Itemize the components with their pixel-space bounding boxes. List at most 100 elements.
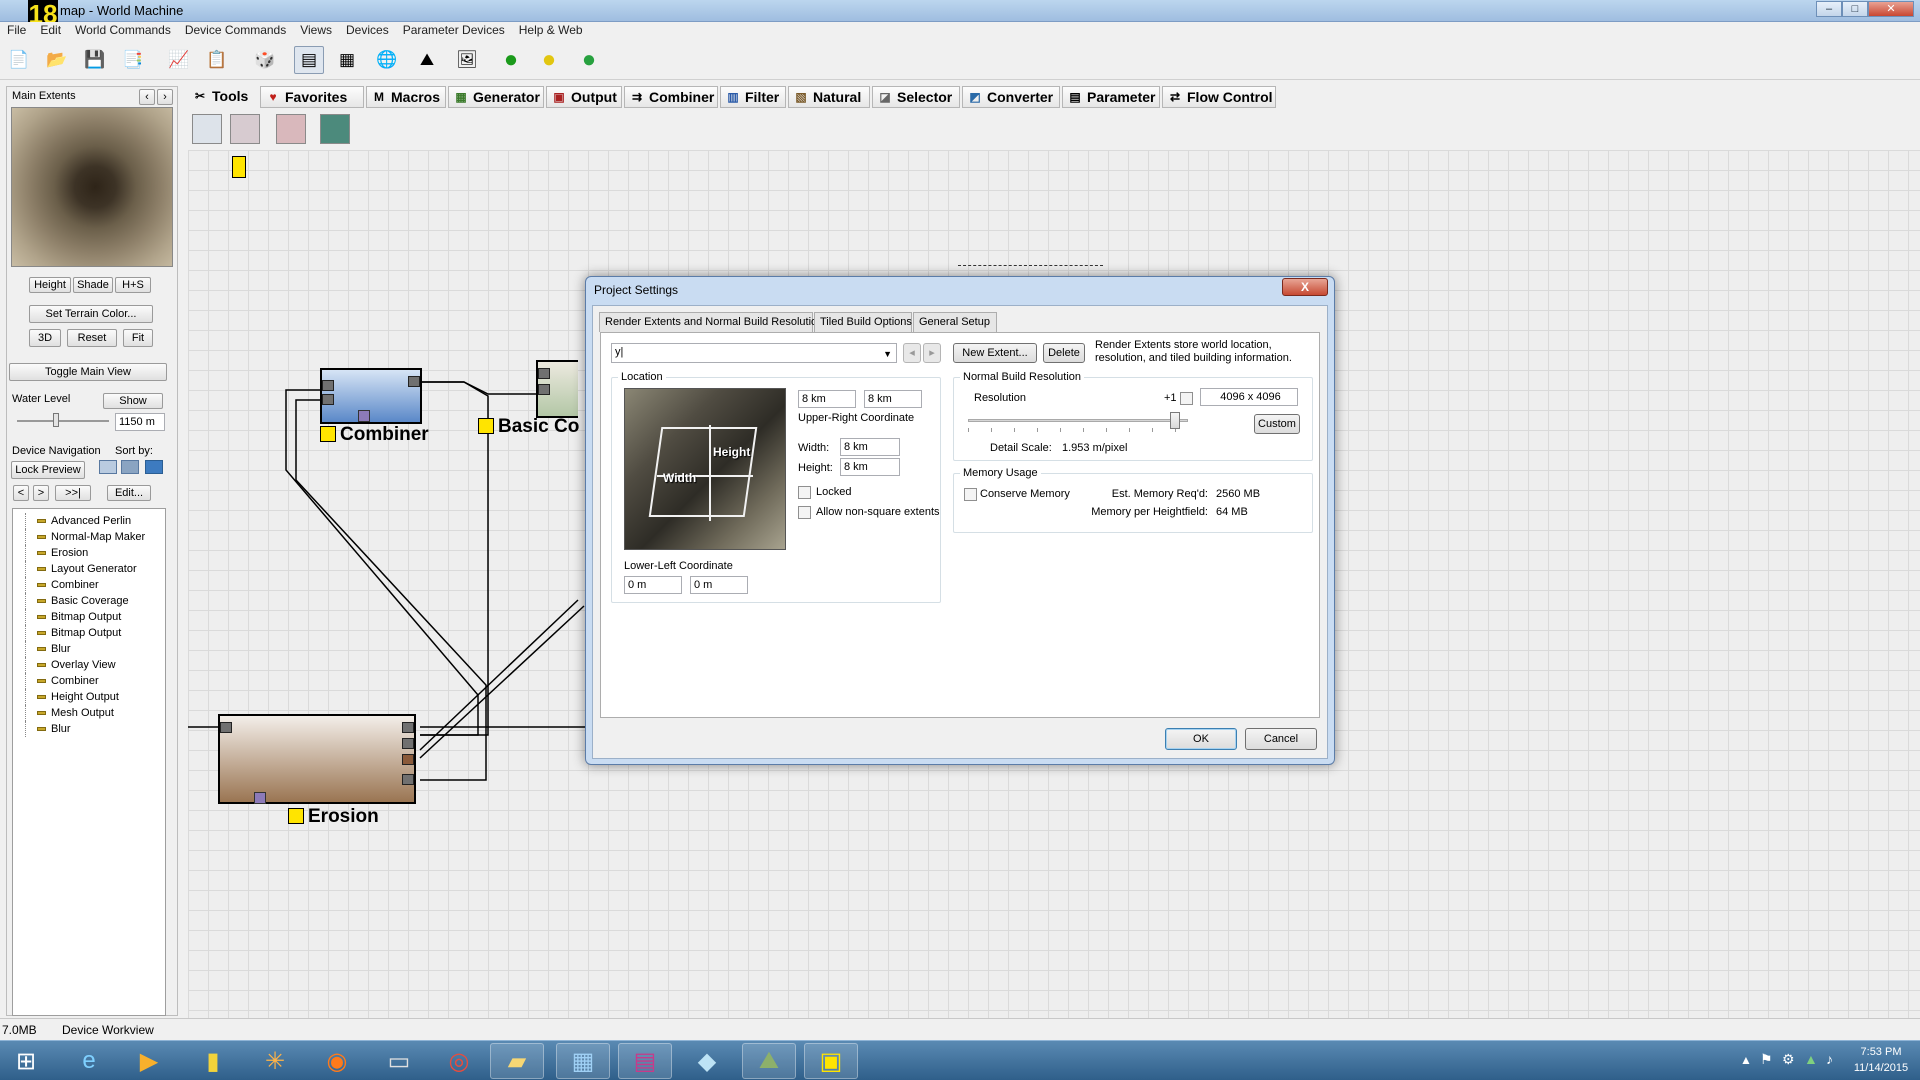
lock-preview-button[interactable]: Lock Preview [11,461,85,479]
terrain-chart-icon[interactable]: 📈 [164,46,194,74]
show-hidden-icons-icon[interactable]: ▲ [1740,1053,1752,1067]
device-view-icon[interactable]: ▤ [294,46,324,74]
output-port[interactable] [402,738,414,749]
maximize-button[interactable]: □ [1842,1,1868,17]
set-terrain-color-button[interactable]: Set Terrain Color... [29,305,153,323]
erosion-node[interactable] [218,714,416,804]
combiner-select-box[interactable] [320,426,336,442]
ok-button[interactable]: OK [1165,728,1237,750]
list-item[interactable]: Height Output [13,689,165,705]
list-item[interactable]: Normal-Map Maker [13,529,165,545]
network-icon[interactable]: ⚙ [1782,1051,1795,1068]
sharing-icon[interactable]: ✳ [248,1043,302,1079]
tool-group-icon[interactable] [192,114,222,144]
extent-prev-button[interactable]: ◂ [903,343,921,363]
tool-routing-icon[interactable] [320,114,350,144]
input-port[interactable] [322,394,334,405]
input-port[interactable] [220,722,232,733]
panel-next-icon[interactable]: › [157,89,173,105]
list-item[interactable]: Bitmap Output [13,609,165,625]
non-square-checkbox[interactable] [798,506,811,519]
chevron-down-icon[interactable]: ▼ [883,346,892,362]
tab-macros[interactable]: M Macros [366,86,446,108]
action-center-icon[interactable]: ⚑ [1760,1051,1773,1068]
input-port[interactable] [538,384,550,395]
clock-time[interactable]: 7:53 PM [1850,1046,1912,1058]
dialog-close-button[interactable]: X [1282,278,1328,296]
output-port[interactable] [402,754,414,765]
tool-portal-icon[interactable] [276,114,306,144]
conserve-memory-checkbox[interactable] [964,488,977,501]
tab-generator[interactable]: ▦ Generator [448,86,544,108]
media-player-icon[interactable]: ▶ [122,1043,176,1079]
tab-combiner[interactable]: ⇉ Combiner [624,86,718,108]
menu-parameter-devices[interactable]: Parameter Devices [396,22,512,38]
resolution-slider-thumb[interactable] [1170,412,1180,429]
list-item[interactable]: Layout Generator [13,561,165,577]
water-show-button[interactable]: Show [103,393,163,409]
3d-view-icon[interactable]: ⛰ [412,46,442,74]
firefox-icon[interactable]: ◉ [310,1043,364,1079]
basic-coverage-select-box[interactable] [478,418,494,434]
chrome-icon[interactable]: ◎ [432,1043,486,1079]
build-all-icon[interactable]: ● [574,46,604,74]
build-green-icon[interactable]: ● [496,46,526,74]
extent-select[interactable]: y| ▼ [611,343,897,363]
height-field[interactable]: 8 km [840,458,900,476]
layout-view-icon[interactable]: ▦ [332,46,362,74]
resolution-slider[interactable] [968,419,1188,422]
param-port[interactable] [254,792,266,804]
output-port[interactable] [408,376,420,387]
combiner-node[interactable] [320,368,422,424]
input-port[interactable] [538,368,550,379]
resolution-field[interactable]: 4096 x 4096 [1200,388,1298,406]
basic-coverage-node[interactable] [536,360,578,418]
menu-devices[interactable]: Devices [339,22,396,38]
clock-date[interactable]: 11/14/2015 [1846,1062,1916,1074]
minimize-button[interactable]: – [1816,1,1842,17]
list-item[interactable]: Combiner [13,673,165,689]
plus-one-checkbox[interactable] [1180,392,1193,405]
tab-render-extents[interactable]: Render Extents and Normal Build Resoluti… [599,312,823,332]
tab-tiled-build[interactable]: Tiled Build Options [814,312,912,332]
menu-world-commands[interactable]: World Commands [68,22,178,38]
tool-ungroup-icon[interactable] [230,114,260,144]
tab-tools[interactable]: ✂ Tools [188,86,258,108]
toggle-main-view-button[interactable]: Toggle Main View [9,363,167,381]
tab-parameter[interactable]: ▤ Parameter [1062,86,1160,108]
random-seed-icon[interactable]: 🎲 [250,46,280,74]
export-icon[interactable]: 📑 [118,46,148,74]
terrain-preview[interactable] [11,107,173,267]
image-viewer-icon[interactable]: ▦ [556,1043,610,1079]
nav-last-button[interactable]: >>| [55,485,91,501]
menu-edit[interactable]: Edit [33,22,68,38]
menu-device-commands[interactable]: Device Commands [178,22,293,38]
water-level-slider[interactable] [17,420,109,422]
panel-prev-icon[interactable]: ‹ [139,89,155,105]
terminal-icon[interactable]: ▮ [186,1043,240,1079]
output-port[interactable] [402,722,414,733]
drive-icon[interactable]: ▲ [1804,1051,1818,1067]
list-item[interactable]: Blur [13,641,165,657]
list-item[interactable]: Erosion [13,545,165,561]
list-item[interactable]: Overlay View [13,657,165,673]
window-close-button[interactable]: ✕ [1868,1,1914,17]
extent-next-button[interactable]: ▸ [923,343,941,363]
tab-favorites[interactable]: ♥ Favorites [260,86,364,108]
new-project-icon[interactable]: 📄 [4,46,34,74]
tab-flow-control[interactable]: ⇄ Flow Control [1162,86,1276,108]
start-button-icon[interactable]: ⊞ [2,1043,50,1079]
list-item[interactable]: Bitmap Output [13,625,165,641]
hs-view-button[interactable]: H+S [115,277,151,293]
lower-left-y-field[interactable]: 0 m [690,576,748,594]
sort-list-icon[interactable] [99,460,117,474]
locked-checkbox[interactable] [798,486,811,499]
delete-extent-button[interactable]: Delete [1043,343,1085,363]
water-slider-thumb[interactable] [53,413,59,427]
list-item[interactable]: Combiner [13,577,165,593]
water-level-field[interactable]: 1150 m [115,413,165,431]
sort-order-icon[interactable] [145,460,163,474]
globe-view-icon[interactable]: 🌐 [372,46,402,74]
menu-file[interactable]: File [0,22,33,38]
erosion-select-box[interactable] [288,808,304,824]
